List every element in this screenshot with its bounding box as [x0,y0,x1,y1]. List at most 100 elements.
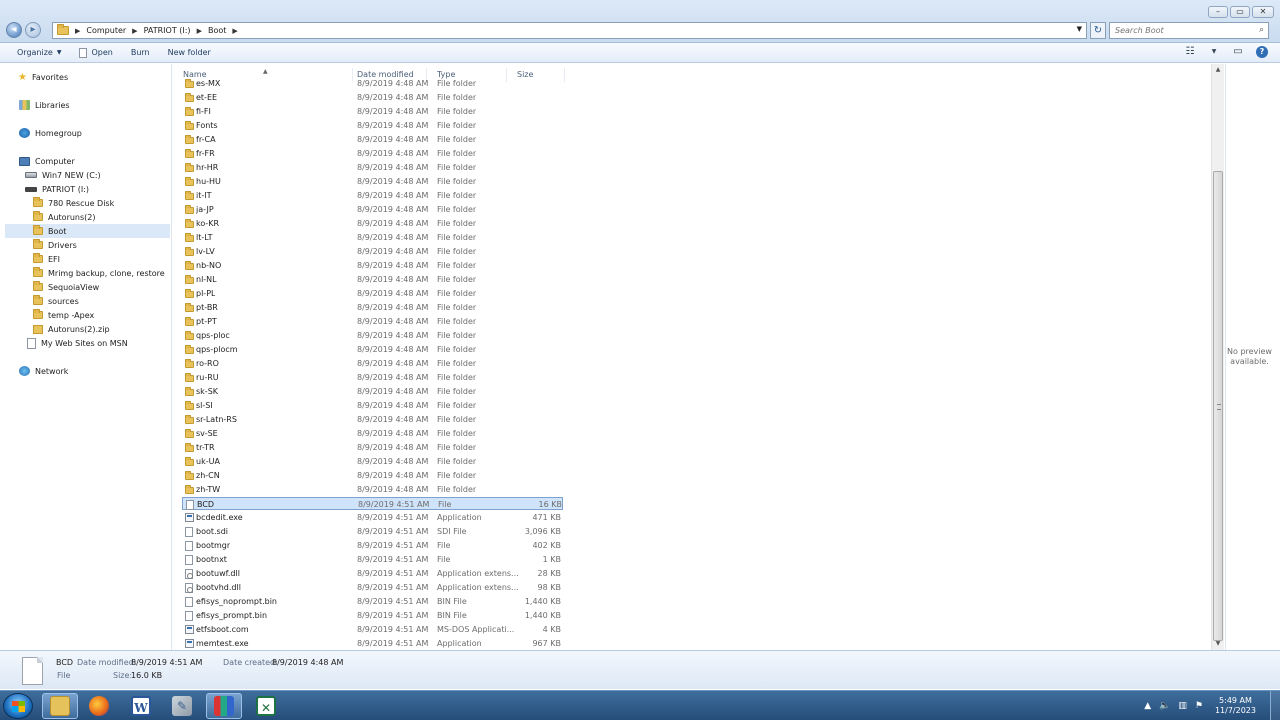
nav-folder[interactable]: temp -Apex [33,308,94,322]
open-button[interactable]: Open [79,47,113,58]
nav-folder[interactable]: Autoruns(2) [33,210,96,224]
file-row[interactable]: it-IT 8/9/2019 4:48 AM File folder [182,189,563,202]
scroll-thumb[interactable] [1213,171,1223,641]
file-row[interactable]: fr-CA 8/9/2019 4:48 AM File folder [182,133,563,146]
forward-button[interactable]: ▸ [25,22,41,38]
file-row[interactable]: zh-TW 8/9/2019 4:48 AM File folder [182,483,563,496]
nav-folder-selected[interactable]: Boot [5,224,170,238]
show-desktop-button[interactable] [1270,691,1280,720]
preview-pane-icon[interactable]: ▭ [1232,46,1244,58]
file-row[interactable]: sv-SE 8/9/2019 4:48 AM File folder [182,427,563,440]
nav-msn[interactable]: My Web Sites on MSN [27,336,128,350]
file-row[interactable]: memtest.exe 8/9/2019 4:51 AM Application 96… [182,637,563,650]
file-row[interactable]: bootnxt 8/9/2019 4:51 AM File 1 KB [182,553,563,566]
flag-icon[interactable]: ⚑ [1195,701,1203,711]
crumb-computer[interactable]: Computer [86,26,126,35]
volume-icon[interactable]: 🔈 [1159,701,1170,711]
file-row[interactable]: pt-BR 8/9/2019 4:48 AM File folder [182,301,563,314]
new-folder-button[interactable]: New folder [168,48,211,57]
file-row[interactable]: ro-RO 8/9/2019 4:48 AM File folder [182,357,563,370]
clock[interactable]: 5:49 AM 11/7/2023 [1215,696,1256,716]
organize-button[interactable]: Organize ▼ [17,48,61,57]
crumb-boot[interactable]: Boot [208,26,226,35]
file-row[interactable]: et-EE 8/9/2019 4:48 AM File folder [182,91,563,104]
change-view-icon[interactable]: ☷ [1184,46,1196,58]
nav-folder[interactable]: SequoiaView [33,280,99,294]
nav-network[interactable]: Network [19,364,68,378]
nav-drive-c[interactable]: Win7 NEW (C:) [25,168,101,182]
nav-folder[interactable]: EFI [33,252,60,266]
scroll-up-arrow-icon[interactable]: ▲ [1212,64,1224,76]
close-button[interactable]: ✕ [1252,6,1274,18]
file-row[interactable]: nb-NO 8/9/2019 4:48 AM File folder [182,259,563,272]
taskbar-firefox[interactable] [81,693,117,719]
taskbar-app[interactable] [206,693,242,719]
file-row[interactable]: pt-PT 8/9/2019 4:48 AM File folder [182,315,563,328]
nav-folder[interactable]: Drivers [33,238,77,252]
file-row[interactable]: tr-TR 8/9/2019 4:48 AM File folder [182,441,563,454]
chevron-down-icon[interactable]: ▼ [1208,46,1220,58]
vertical-scrollbar[interactable]: ▲ ▼ [1211,64,1224,650]
chevron-right-icon[interactable]: ▶ [197,27,202,35]
file-row[interactable]: es-MX 8/9/2019 4:48 AM File folder [182,77,563,90]
nav-favorites[interactable]: ★ Favorites [18,70,68,84]
file-row[interactable]: etfsboot.com 8/9/2019 4:51 AM MS-DOS Appli… [182,623,563,636]
file-row[interactable]: efisys_prompt.bin 8/9/2019 4:51 AM BIN Fil… [182,609,563,622]
start-button[interactable] [3,693,33,719]
file-row[interactable]: qps-ploc 8/9/2019 4:48 AM File folder [182,329,563,342]
taskbar-tool[interactable]: ✎ [164,693,200,719]
file-row[interactable]: bcdedit.exe 8/9/2019 4:51 AM Application 47… [182,511,563,524]
nav-drive-i[interactable]: PATRIOT (I:) [25,182,89,196]
file-row[interactable]: hu-HU 8/9/2019 4:48 AM File folder [182,175,563,188]
file-row[interactable]: sk-SK 8/9/2019 4:48 AM File folder [182,385,563,398]
search-icon[interactable]: ⌕ [1259,25,1264,35]
search-input[interactable] [1110,23,1250,38]
nav-folder[interactable]: Mrimg backup, clone, restore [33,266,165,280]
minimize-button[interactable]: – [1208,6,1228,18]
file-row[interactable]: ko-KR 8/9/2019 4:48 AM File folder [182,217,563,230]
taskbar-explorer[interactable] [42,693,78,719]
file-row[interactable]: BCD 8/9/2019 4:51 AM File 16 KB [182,497,563,510]
file-row[interactable]: bootvhd.dll 8/9/2019 4:51 AM Application e… [182,581,563,594]
address-bar[interactable]: ▶ Computer ▶ PATRIOT (I:) ▶ Boot ▶ ▼ [52,22,1087,39]
file-row[interactable]: lt-LT 8/9/2019 4:48 AM File folder [182,231,563,244]
nav-libraries[interactable]: Libraries [19,98,70,112]
taskbar-excel[interactable]: ✕ [248,693,284,719]
file-row[interactable]: fi-FI 8/9/2019 4:48 AM File folder [182,105,563,118]
chevron-right-icon[interactable]: ▶ [132,27,137,35]
file-row[interactable]: ru-RU 8/9/2019 4:48 AM File folder [182,371,563,384]
file-row[interactable]: pl-PL 8/9/2019 4:48 AM File folder [182,287,563,300]
file-row[interactable]: sr-Latn-RS 8/9/2019 4:48 AM File folder [182,413,563,426]
file-row[interactable]: qps-plocm 8/9/2019 4:48 AM File folder [182,343,563,356]
help-icon[interactable]: ? [1256,46,1268,58]
file-row[interactable]: ja-JP 8/9/2019 4:48 AM File folder [182,203,563,216]
file-row[interactable]: hr-HR 8/9/2019 4:48 AM File folder [182,161,563,174]
file-row[interactable]: efisys_noprompt.bin 8/9/2019 4:51 AM BIN F… [182,595,563,608]
back-button[interactable]: ◂ [6,22,22,38]
scroll-down-arrow-icon[interactable]: ▼ [1212,638,1224,650]
chevron-right-icon[interactable]: ▶ [232,27,237,35]
nav-folder[interactable]: sources [33,294,79,308]
file-row[interactable]: fr-FR 8/9/2019 4:48 AM File folder [182,147,563,160]
file-row[interactable]: lv-LV 8/9/2019 4:48 AM File folder [182,245,563,258]
nav-folder[interactable]: 780 Rescue Disk [33,196,114,210]
chevron-down-icon[interactable]: ▼ [1077,25,1082,33]
file-row[interactable]: zh-CN 8/9/2019 4:48 AM File folder [182,469,563,482]
network-tray-icon[interactable]: ▥ [1178,701,1187,711]
file-row[interactable]: uk-UA 8/9/2019 4:48 AM File folder [182,455,563,468]
file-row[interactable]: bootmgr 8/9/2019 4:51 AM File 402 KB [182,539,563,552]
nav-computer[interactable]: Computer [19,154,75,168]
chevron-up-icon[interactable]: ▲ [1144,701,1151,711]
nav-homegroup[interactable]: Homegroup [19,126,82,140]
burn-button[interactable]: Burn [131,48,150,57]
file-row[interactable]: nl-NL 8/9/2019 4:48 AM File folder [182,273,563,286]
maximize-button[interactable]: ▭ [1230,6,1250,18]
refresh-button[interactable]: ↻ [1090,22,1106,39]
file-row[interactable]: sl-SI 8/9/2019 4:48 AM File folder [182,399,563,412]
file-row[interactable]: boot.sdi 8/9/2019 4:51 AM SDI File 3,096 KB [182,525,563,538]
crumb-drive[interactable]: PATRIOT (I:) [144,26,191,35]
file-row[interactable]: bootuwf.dll 8/9/2019 4:51 AM Application e… [182,567,563,580]
search-box[interactable]: ⌕ [1109,22,1269,39]
chevron-right-icon[interactable]: ▶ [75,27,80,35]
nav-zip[interactable]: Autoruns(2).zip [33,322,110,336]
